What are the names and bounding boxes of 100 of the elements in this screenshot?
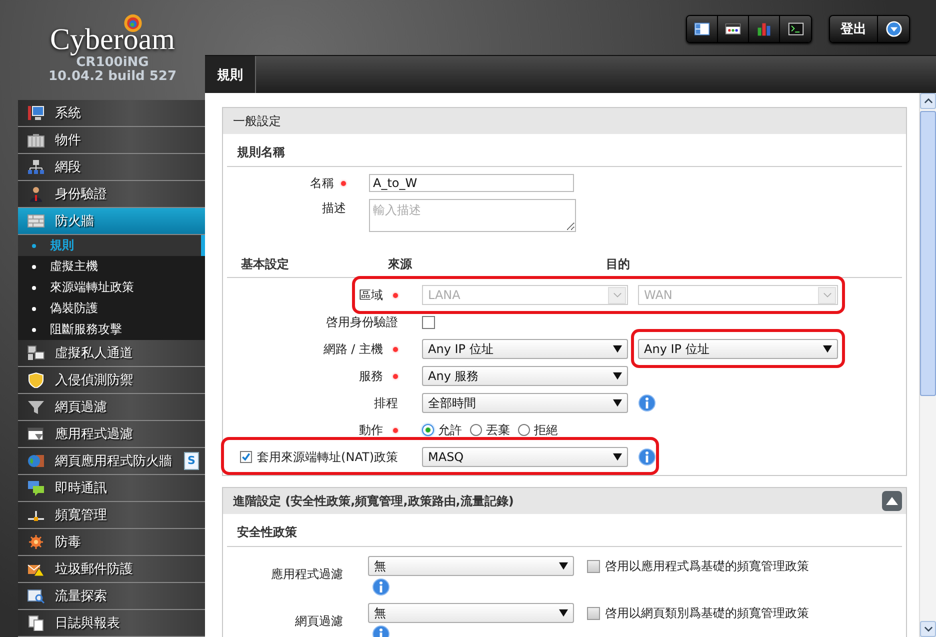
info-icon[interactable] bbox=[638, 448, 656, 466]
briefcase-icon bbox=[27, 132, 45, 148]
name-input[interactable]: A_to_W bbox=[369, 174, 574, 192]
globe-icon bbox=[27, 453, 45, 469]
field-label: 描述 bbox=[321, 200, 346, 217]
nav-item[interactable]: 虛擬私人通道 bbox=[18, 340, 205, 367]
nav-item[interactable]: 頻寬管理 bbox=[18, 502, 205, 529]
toolbar-button[interactable] bbox=[780, 16, 811, 42]
bar-chart-icon bbox=[756, 21, 772, 37]
caret-icon bbox=[823, 345, 832, 353]
nav-item[interactable]: 即時通訊 bbox=[18, 475, 205, 502]
scroll-down-button[interactable] bbox=[920, 621, 936, 637]
source-dropdown[interactable]: Any IP 位址 bbox=[422, 339, 628, 359]
toolbar-button[interactable] bbox=[687, 16, 718, 42]
computers-icon bbox=[27, 345, 45, 361]
field-label: 網頁過濾 bbox=[294, 613, 343, 630]
s-badge: S bbox=[184, 452, 199, 470]
nav-item[interactable]: 身份驗證 bbox=[18, 181, 205, 208]
checkbox-label: 套用來源端轉址(NAT)政策 bbox=[223, 448, 398, 466]
nav-item[interactable]: 入侵偵測防禦 bbox=[18, 367, 205, 394]
nav-item[interactable]: 應用程式過濾 bbox=[18, 421, 205, 448]
info-icon[interactable] bbox=[372, 578, 390, 596]
brick-wall-icon bbox=[27, 213, 45, 229]
scroll-up-button[interactable] bbox=[920, 93, 936, 109]
section-title: 規則名稱 bbox=[227, 134, 902, 167]
filter-dropdown[interactable]: 無 bbox=[368, 556, 574, 576]
caret-icon bbox=[613, 345, 622, 353]
toolbar-button[interactable] bbox=[749, 16, 780, 42]
checkbox[interactable] bbox=[587, 560, 600, 573]
chevron-up-icon bbox=[924, 98, 932, 104]
caret-icon bbox=[818, 286, 836, 304]
description-input[interactable]: 輸入描述 bbox=[369, 199, 576, 232]
submenu-item[interactable]: 規則 bbox=[18, 235, 205, 256]
radio-label: 拒絕 bbox=[534, 422, 558, 438]
bullet-icon bbox=[32, 306, 36, 310]
bullet-icon bbox=[32, 264, 36, 268]
nav-item[interactable]: 日誌與報表 bbox=[18, 610, 205, 637]
scrollbar[interactable] bbox=[919, 93, 936, 637]
checkbox[interactable] bbox=[240, 451, 252, 463]
caret-icon bbox=[613, 453, 622, 461]
radio-label: 允許 bbox=[438, 422, 462, 438]
nav-item[interactable]: 網頁過濾 bbox=[18, 394, 205, 421]
panel-title: 進階設定 (安全性政策,頻寬管理,政策路由,流量記錄) bbox=[233, 493, 514, 510]
destination-dropdown[interactable]: Any IP 位址 bbox=[638, 339, 838, 359]
field-label: 名稱 bbox=[223, 174, 346, 192]
menu-button[interactable] bbox=[878, 16, 909, 42]
field-label: 啓用身份驗證 bbox=[325, 314, 398, 330]
source-dropdown[interactable]: 全部時間 bbox=[422, 393, 628, 413]
checkmark-icon bbox=[241, 452, 252, 462]
virus-icon bbox=[27, 534, 45, 550]
submenu-item[interactable]: 虛擬主機 bbox=[18, 256, 205, 277]
column-heading: 來源 bbox=[388, 256, 413, 273]
nav-item[interactable]: 物件 bbox=[18, 127, 205, 154]
nav-item[interactable]: 流量探索 bbox=[18, 583, 205, 610]
source-dropdown[interactable]: Any 服務 bbox=[422, 366, 628, 386]
section-title: 安全性政策 bbox=[227, 514, 902, 547]
nav-item[interactable]: 防火牆 bbox=[18, 208, 205, 235]
radio-button[interactable] bbox=[518, 424, 530, 436]
radio-label: 丟棄 bbox=[486, 422, 510, 438]
logout-button[interactable]: 登出 bbox=[830, 16, 878, 42]
bullet-icon bbox=[32, 244, 36, 248]
nav-item[interactable]: 垃圾郵件防護 bbox=[18, 556, 205, 583]
nat-policy-dropdown[interactable]: MASQ bbox=[422, 447, 628, 467]
bullet-icon bbox=[32, 328, 36, 332]
field-label: 應用程式過濾 bbox=[270, 566, 343, 583]
nav-item[interactable]: 防毒 bbox=[18, 529, 205, 556]
checkbox[interactable] bbox=[587, 607, 600, 620]
submenu-item[interactable]: 來源端轉址政策 bbox=[18, 277, 205, 298]
nav-item[interactable]: 網頁應用程式防火牆 S bbox=[18, 448, 205, 475]
caret-icon bbox=[608, 286, 626, 304]
field-label: 動作 bbox=[223, 422, 398, 438]
tab[interactable]: 規則 bbox=[205, 56, 256, 93]
collapse-button[interactable] bbox=[882, 491, 902, 511]
chat-icon bbox=[27, 480, 45, 496]
caret-icon bbox=[559, 562, 568, 570]
filter-dropdown[interactable]: 無 bbox=[368, 603, 574, 623]
column-heading: 目的 bbox=[606, 256, 630, 273]
scroll-thumb[interactable] bbox=[920, 111, 936, 396]
radio-button[interactable] bbox=[470, 424, 482, 436]
chevron-down-icon bbox=[924, 626, 932, 632]
field-label: 服務 bbox=[223, 368, 398, 384]
info-icon[interactable] bbox=[638, 394, 656, 412]
monitor-icon bbox=[27, 105, 45, 121]
section-title: 基本設定 bbox=[240, 256, 290, 273]
nav-item[interactable]: 網段 bbox=[18, 154, 205, 181]
checkbox[interactable] bbox=[422, 316, 435, 328]
submenu-item[interactable]: 偽裝防護 bbox=[18, 298, 205, 319]
field-label: 區域 bbox=[223, 286, 398, 304]
panel-header: 一般設定 bbox=[223, 108, 906, 134]
toolbar-button[interactable] bbox=[718, 16, 749, 42]
version-text: 10.04.2 build 527 bbox=[48, 70, 177, 84]
network-icon bbox=[27, 159, 45, 175]
submenu-item[interactable]: 阻斷服務攻擊 bbox=[18, 319, 205, 340]
shield-icon bbox=[27, 372, 45, 388]
window-icon bbox=[27, 426, 45, 442]
person-icon bbox=[27, 186, 45, 202]
radio-button[interactable] bbox=[422, 424, 434, 436]
nav-item[interactable]: 系統 bbox=[18, 100, 205, 127]
brand-name: Cyberoam bbox=[50, 24, 175, 56]
field-label: 網路 / 主機 bbox=[223, 340, 398, 358]
